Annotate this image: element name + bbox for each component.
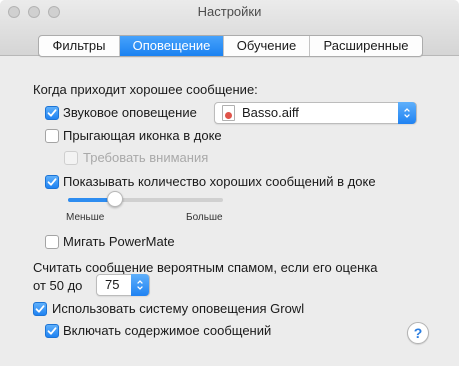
sound-alert-checkbox[interactable] [45, 106, 59, 120]
tab-training[interactable]: Обучение [224, 36, 310, 56]
require-attention-label: Требовать внимания [83, 150, 209, 165]
tab-filters[interactable]: Фильтры [39, 36, 120, 56]
use-growl-checkbox[interactable] [33, 302, 47, 316]
sound-popup-value: Basso.aiff [242, 105, 299, 120]
include-content-label: Включать содержимое сообщений [63, 323, 272, 338]
help-button[interactable]: ? [407, 322, 429, 344]
slider-min-label: Меньше [66, 212, 105, 223]
powermate-label: Мигать PowerMate [63, 234, 175, 249]
powermate-checkbox[interactable] [45, 235, 59, 249]
checkmark-icon [35, 305, 45, 313]
sound-popup[interactable]: Basso.aiff [214, 102, 417, 124]
include-content-checkbox[interactable] [45, 324, 59, 338]
audio-file-icon [222, 105, 235, 121]
spam-threshold-popup[interactable]: 75 [96, 274, 150, 296]
tab-notification[interactable]: Оповещение [120, 36, 224, 56]
checkmark-icon [47, 327, 57, 335]
bounce-icon-label: Прыгающая иконка в доке [63, 128, 222, 143]
spam-threshold-text: Считать сообщение вероятным спамом, если… [33, 260, 378, 275]
use-growl-label: Использовать систему оповещения Growl [52, 301, 305, 316]
spam-threshold-prefix: от 50 до [33, 278, 83, 293]
checkmark-icon [47, 178, 57, 186]
require-attention-checkbox[interactable] [64, 151, 78, 165]
bounce-icon-checkbox[interactable] [45, 129, 59, 143]
sound-alert-label: Звуковое оповещение [63, 105, 197, 120]
slider-knob[interactable] [107, 191, 123, 207]
good-message-heading: Когда приходит хорошее сообщение: [33, 82, 258, 97]
popup-arrows-icon [398, 102, 416, 124]
slider-max-label: Больше [186, 212, 223, 223]
window-title: Настройки [197, 4, 262, 19]
spam-threshold-value: 75 [105, 277, 120, 292]
checkmark-icon [47, 109, 57, 117]
count-slider[interactable] [68, 198, 223, 202]
preferences-window: Настройки Фильтры Оповещение Обучение Ра… [0, 0, 459, 366]
tab-advanced[interactable]: Расширенные [310, 36, 422, 56]
show-count-label: Показывать количество хороших сообщений … [63, 174, 376, 189]
show-count-checkbox[interactable] [45, 175, 59, 189]
preferences-tabs: Фильтры Оповещение Обучение Расширенные [38, 35, 423, 57]
popup-arrows-icon [131, 274, 149, 296]
